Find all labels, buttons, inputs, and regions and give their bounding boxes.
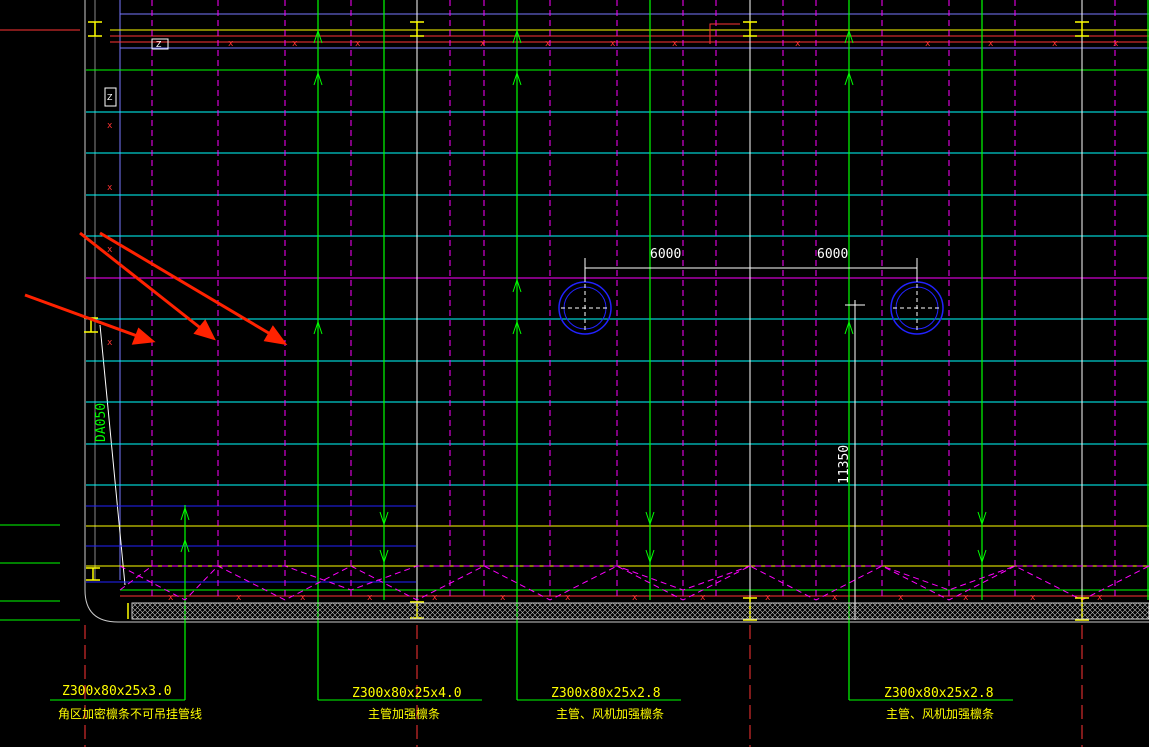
purlin-note-1: 角区加密檩条不可吊挂管线	[58, 706, 202, 721]
svg-text:x: x	[228, 39, 234, 49]
svg-text:x: x	[355, 39, 361, 49]
purlin-label-1[interactable]: Z300x80x25x3.0 角区加密檩条不可吊挂管线	[58, 684, 202, 721]
fan-opening-icon[interactable]	[558, 281, 612, 335]
svg-text:x: x	[1030, 593, 1036, 603]
svg-text:x: x	[925, 39, 931, 49]
purlin-spec-1: Z300x80x25x3.0	[62, 684, 172, 699]
cad-viewport[interactable]: xxx xxx xxx xxx xxxx xxxx xxxx xxxx xxx	[0, 0, 1149, 747]
svg-text:x: x	[107, 121, 113, 131]
svg-text:x: x	[898, 593, 904, 603]
svg-text:x: x	[107, 183, 113, 193]
svg-text:x: x	[795, 39, 801, 49]
svg-text:x: x	[832, 593, 838, 603]
svg-text:x: x	[1052, 39, 1058, 49]
svg-text:x: x	[565, 593, 571, 603]
svg-text:x: x	[545, 39, 551, 49]
svg-text:x: x	[480, 39, 486, 49]
purlin-spec-2: Z300x80x25x4.0	[352, 686, 462, 701]
svg-text:x: x	[500, 593, 506, 603]
vertical-dashed-grid	[151, 0, 1116, 600]
svg-text:x: x	[300, 593, 306, 603]
horizontal-lines	[0, 29, 1149, 621]
svg-text:x: x	[292, 39, 298, 49]
marker-box-2-text: Z	[107, 93, 113, 102]
dimension-lines	[584, 258, 918, 306]
purlin-note-3: 主管、风机加强檩条	[556, 706, 664, 721]
svg-text:x: x	[1097, 593, 1103, 603]
purlin-arrows	[180, 29, 987, 564]
cad-drawing[interactable]: xxx xxx xxx xxx xxxx xxxx xxxx xxxx xxx	[0, 0, 1149, 747]
dimension-vertical: 11350	[837, 445, 852, 484]
purlin-note-4: 主管、风机加强檩条	[886, 706, 994, 721]
svg-text:x: x	[988, 39, 994, 49]
svg-text:x: x	[107, 338, 113, 348]
dimension-span-right: 6000	[817, 247, 848, 262]
x-marks: xxx xxx xxx xxx xxxx xxxx xxxx xxxx xxx	[107, 39, 1119, 603]
svg-text:x: x	[963, 593, 969, 603]
purlin-label-4[interactable]: Z300x80x25x2.8 主管、风机加强檩条	[884, 686, 994, 721]
svg-text:x: x	[672, 39, 678, 49]
svg-text:x: x	[432, 593, 438, 603]
svg-text:x: x	[700, 593, 706, 603]
detail-line	[709, 23, 740, 44]
purlin-label-3[interactable]: Z300x80x25x2.8 主管、风机加强檩条	[551, 686, 664, 721]
purlin-spec-4: Z300x80x25x2.8	[884, 686, 994, 701]
purlin-spec-3: Z300x80x25x2.8	[551, 686, 661, 701]
purlin-lines	[184, 0, 1149, 700]
svg-text:x: x	[632, 593, 638, 603]
svg-text:x: x	[610, 39, 616, 49]
svg-text:x: x	[765, 593, 771, 603]
svg-text:x: x	[367, 593, 373, 603]
fan-opening-icon[interactable]	[890, 281, 944, 335]
annotation-arrows	[24, 231, 288, 346]
svg-text:x: x	[236, 593, 242, 603]
marker-box-1-text: Z	[156, 40, 162, 49]
wall-label: DA050	[94, 403, 109, 442]
svg-text:x: x	[168, 593, 174, 603]
gutter-hatch	[131, 602, 1149, 620]
svg-text:x: x	[1113, 39, 1119, 49]
small-marker-boxes[interactable]: Z Z	[104, 38, 169, 107]
dimension-span-left: 6000	[650, 247, 681, 262]
outline-frame	[0, 0, 1149, 623]
purlin-note-2: 主管加强檩条	[368, 706, 440, 721]
purlin-label-2[interactable]: Z300x80x25x4.0 主管加强檩条	[352, 686, 462, 721]
